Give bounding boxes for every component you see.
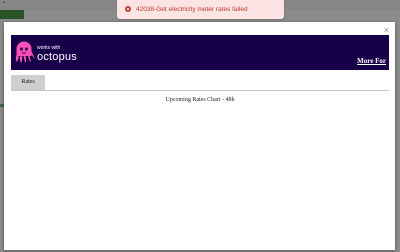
error-toast: 42038-Get electricity meter rates failed: [117, 0, 284, 19]
tab-rates[interactable]: Rates: [11, 75, 45, 90]
works-with-octopus-logo: works with octopus: [14, 38, 94, 66]
more-for-link[interactable]: More For: [357, 57, 386, 65]
error-circle-icon: [125, 6, 131, 12]
chart-title: Upcoming Rates Chart - 48h: [165, 97, 235, 103]
octopus-banner: works with octopus More For: [11, 35, 389, 70]
tab-bar: Rates: [11, 75, 389, 91]
octopus-icon: [15, 41, 35, 63]
octopus-wordmark: octopus: [37, 51, 77, 63]
toast-message: 42038-Get electricity meter rates failed: [136, 6, 248, 13]
rates-modal: × works with octopus More For Rates Upco…: [4, 22, 395, 250]
